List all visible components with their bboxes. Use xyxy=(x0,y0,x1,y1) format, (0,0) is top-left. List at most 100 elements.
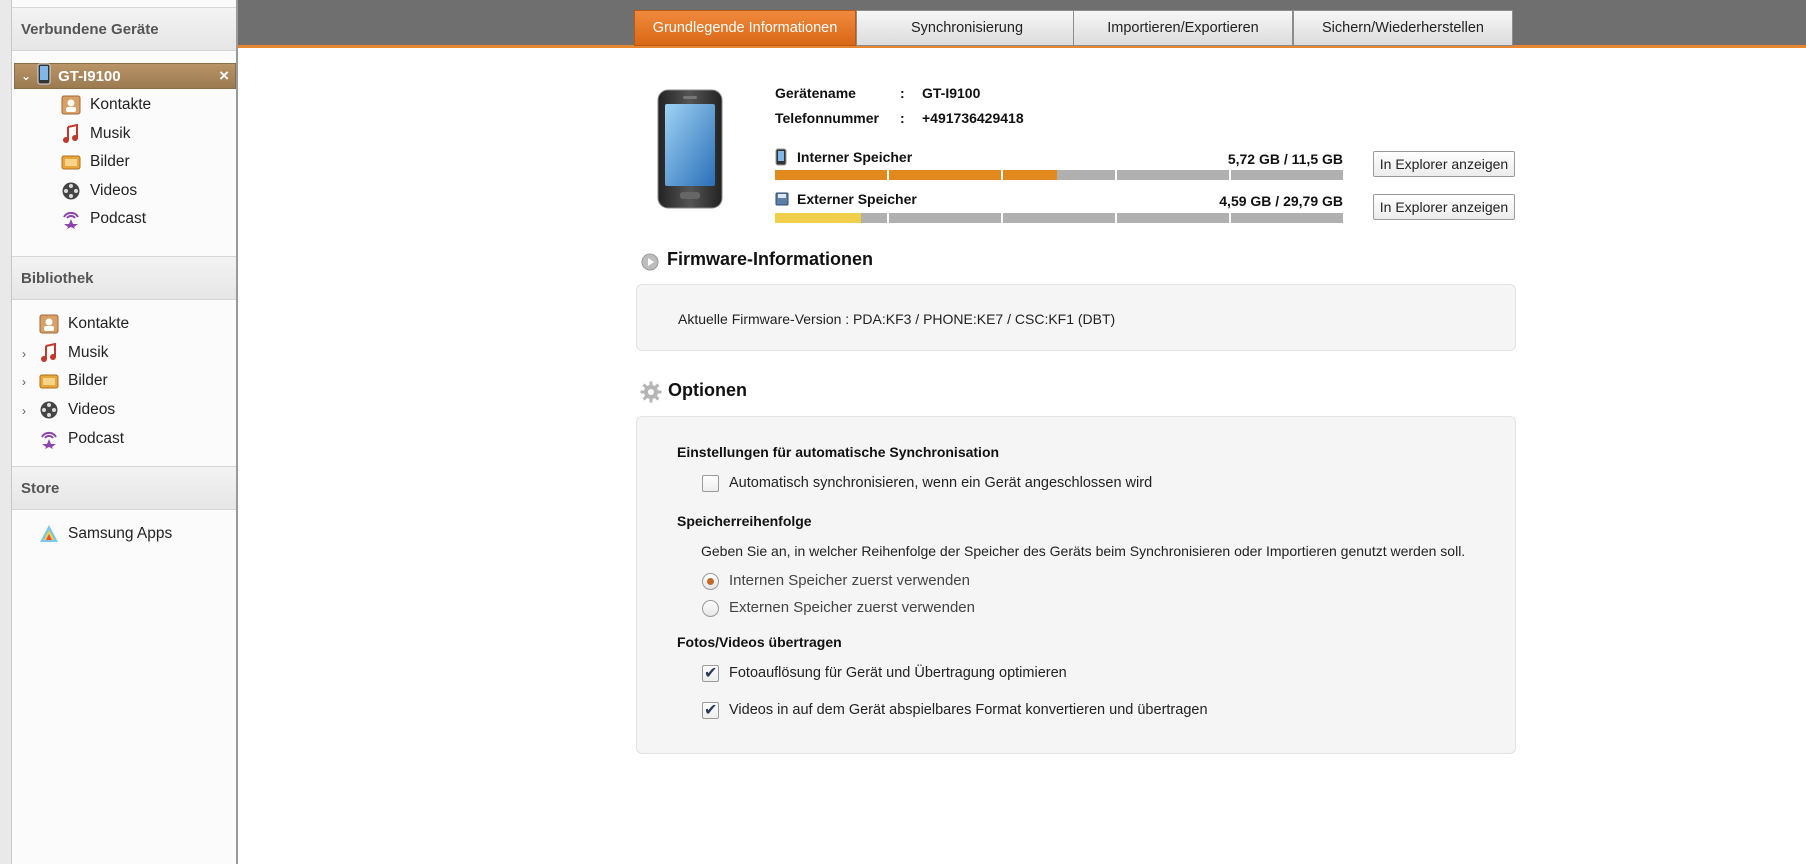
library-item-pictures[interactable]: Bilder xyxy=(38,368,108,394)
internal-explorer-button[interactable]: In Explorer anzeigen xyxy=(1373,151,1515,177)
firmware-version-text: Aktuelle Firmware-Version : PDA:KF3 / PH… xyxy=(678,311,1116,327)
video-convert-label: Videos in auf dem Gerät abspielbares For… xyxy=(729,702,1208,718)
device-item-podcast[interactable]: Podcast xyxy=(60,206,146,232)
storage-bar-segment xyxy=(889,213,1003,223)
device-row[interactable]: ⌄ GT-I9100 × xyxy=(14,63,236,89)
close-icon[interactable]: × xyxy=(219,66,229,86)
internal-storage-bar xyxy=(775,170,1343,180)
external-first-label: Externen Speicher zuerst verwenden xyxy=(729,599,975,616)
device-item-label: Musik xyxy=(90,125,131,142)
storage-bar-segment xyxy=(775,170,889,180)
gear-icon xyxy=(640,381,662,408)
storage-order-description: Geben Sie an, in welcher Reihenfolge der… xyxy=(701,543,1466,559)
options-title: Optionen xyxy=(668,380,747,400)
storage-bar-fill xyxy=(775,213,862,223)
external-storage-usage: 4,59 GB / 29,79 GB xyxy=(1219,193,1343,209)
music-icon xyxy=(60,123,82,145)
library-item-label: Kontakte xyxy=(68,315,130,332)
pictures-icon xyxy=(38,370,60,392)
storage-order-heading: Speicherreihenfolge xyxy=(677,513,812,529)
store-item-samsung-apps[interactable]: Samsung Apps xyxy=(38,521,172,547)
tab-basic-info[interactable]: Grundlegende Informationen xyxy=(634,10,856,46)
chevron-down-icon[interactable]: ⌄ xyxy=(21,69,31,83)
device-item-label: Kontakte xyxy=(90,96,152,113)
samsung-apps-icon xyxy=(38,523,60,545)
sidebar-edge xyxy=(0,0,12,864)
contacts-icon xyxy=(38,313,60,335)
phone-number-colon: : xyxy=(900,110,905,126)
storage-bar-segment xyxy=(1231,170,1343,180)
chevron-right-icon[interactable]: › xyxy=(22,404,26,418)
internal-first-radio[interactable] xyxy=(702,573,719,590)
chevron-right-icon[interactable]: › xyxy=(22,347,26,361)
store-item-label: Samsung Apps xyxy=(68,525,173,542)
storage-bar-segment xyxy=(1231,213,1343,223)
video-convert-checkbox[interactable] xyxy=(702,700,719,720)
videos-icon xyxy=(38,399,60,421)
sd-card-icon xyxy=(775,192,789,211)
storage-bar-segment xyxy=(1117,213,1231,223)
phone-image xyxy=(656,88,724,215)
podcast-icon xyxy=(38,428,60,450)
device-name-label: Gerätename xyxy=(775,85,856,101)
device-item-label: Bilder xyxy=(90,153,130,170)
chevron-right-icon[interactable]: › xyxy=(22,375,26,389)
storage-bar-fill xyxy=(889,170,1001,180)
play-circle-icon xyxy=(641,253,659,276)
library-item-contacts[interactable]: Kontakte xyxy=(38,311,129,337)
device-item-label: Videos xyxy=(90,182,138,199)
storage-bar-fill xyxy=(775,170,887,180)
videos-icon xyxy=(60,180,82,202)
store-header: Store xyxy=(12,466,236,510)
internal-storage-icon xyxy=(775,148,787,171)
device-item-pictures[interactable]: Bilder xyxy=(60,149,130,175)
tab-backup-restore[interactable]: Sichern/Wiederherstellen xyxy=(1293,10,1513,46)
device-name: GT-I9100 xyxy=(58,67,121,85)
tab-sync[interactable]: Synchronisierung xyxy=(856,10,1078,46)
storage-bar-segment xyxy=(889,170,1003,180)
external-first-radio[interactable] xyxy=(702,600,719,617)
device-item-videos[interactable]: Videos xyxy=(60,178,137,204)
music-icon xyxy=(38,342,60,364)
tab-bar: Grundlegende Informationen Synchronisier… xyxy=(238,0,1806,48)
internal-storage-label: Interner Speicher xyxy=(797,149,913,165)
library-header: Bibliothek xyxy=(12,256,236,300)
external-storage-bar xyxy=(775,213,1343,223)
external-explorer-button[interactable]: In Explorer anzeigen xyxy=(1373,194,1515,220)
library-item-videos[interactable]: Videos xyxy=(38,397,115,423)
device-item-contacts[interactable]: Kontakte xyxy=(60,92,151,118)
device-name-value: GT-I9100 xyxy=(922,85,981,101)
phone-number-value: +491736429418 xyxy=(922,110,1024,126)
storage-bar-segment xyxy=(1003,213,1117,223)
library-item-label: Videos xyxy=(68,401,116,418)
tab-import-export[interactable]: Importieren/Exportieren xyxy=(1073,10,1293,46)
storage-bar-segment xyxy=(1003,170,1117,180)
library-item-music[interactable]: Musik xyxy=(38,340,108,366)
sidebar: Verbundene Geräte ⌄ GT-I9100 × Kontakte … xyxy=(0,0,238,864)
phone-icon xyxy=(37,63,51,89)
device-name-colon: : xyxy=(900,85,905,101)
autosync-heading: Einstellungen für automatische Synchroni… xyxy=(677,444,1000,460)
firmware-title: Firmware-Informationen xyxy=(667,249,874,269)
autosync-checkbox[interactable] xyxy=(702,475,719,492)
storage-bar-fill xyxy=(1003,170,1058,180)
autosync-label: Automatisch synchronisieren, wenn ein Ge… xyxy=(729,475,1153,491)
phone-number-label: Telefonnummer xyxy=(775,110,879,126)
photo-optimize-label: Fotoauflösung für Gerät und Übertragung … xyxy=(729,665,1067,681)
pictures-icon xyxy=(60,151,82,173)
firmware-panel: Aktuelle Firmware-Version : PDA:KF3 / PH… xyxy=(636,284,1516,351)
media-transfer-heading: Fotos/Videos übertragen xyxy=(677,634,842,650)
external-storage-label: Externer Speicher xyxy=(797,191,917,207)
library-item-label: Bilder xyxy=(68,372,108,389)
podcast-icon xyxy=(60,208,82,230)
storage-bar-segment xyxy=(1117,170,1231,180)
storage-bar-segment xyxy=(775,213,889,223)
internal-first-label: Internen Speicher zuerst verwenden xyxy=(729,572,970,589)
library-item-label: Podcast xyxy=(68,430,125,447)
library-item-podcast[interactable]: Podcast xyxy=(38,426,124,452)
device-item-music[interactable]: Musik xyxy=(60,121,130,147)
internal-storage-usage: 5,72 GB / 11,5 GB xyxy=(1227,151,1343,167)
photo-optimize-checkbox[interactable] xyxy=(702,663,719,683)
connected-devices-header: Verbundene Geräte xyxy=(12,7,236,51)
contacts-icon xyxy=(60,94,82,116)
